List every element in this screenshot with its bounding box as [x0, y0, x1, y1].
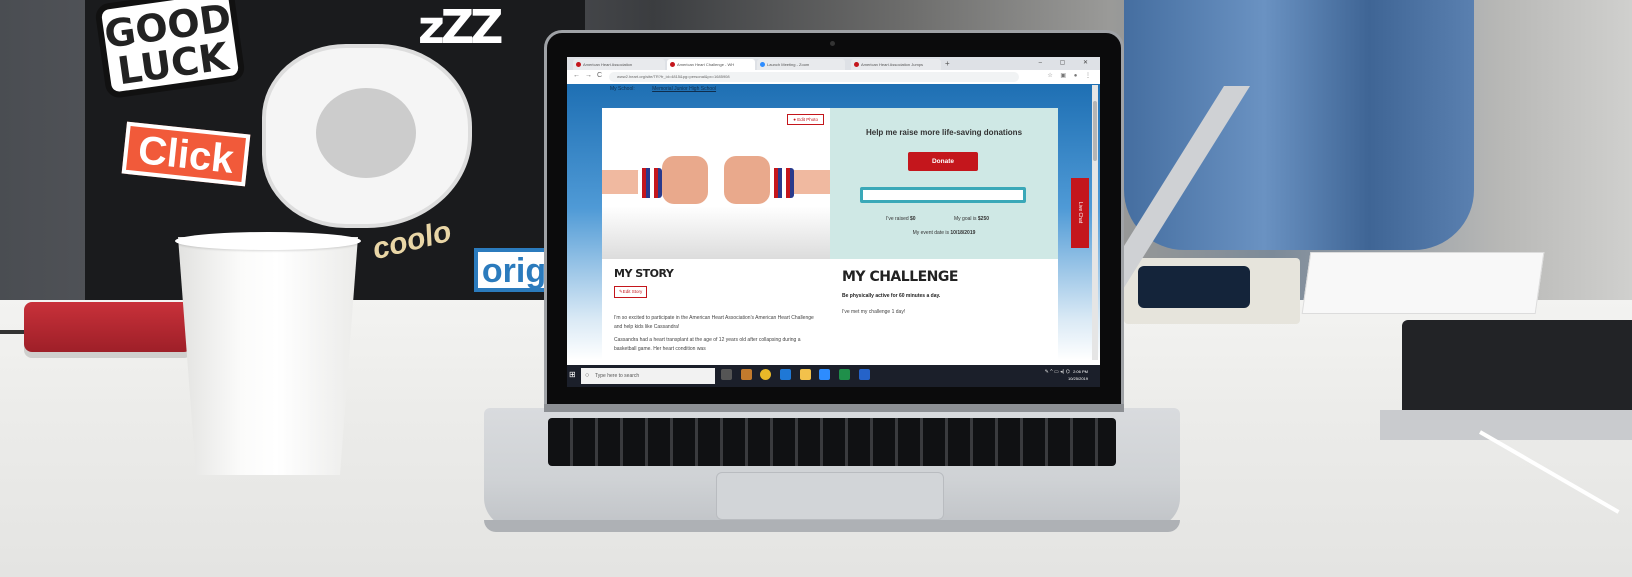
bulldog-face [316, 88, 416, 178]
my-challenge-heading: MY CHALLENGE [842, 269, 958, 285]
edit-story-label: Edit Story [622, 289, 643, 294]
my-story-heading: MY STORY [614, 267, 674, 280]
aha-favicon-icon [670, 62, 675, 67]
outlook-icon[interactable] [740, 369, 752, 380]
aha-favicon-icon [854, 62, 859, 67]
clock-time: 2:06 PM [1073, 369, 1088, 374]
browser-tab-bar: American Heart Association American Hear… [567, 57, 1100, 70]
windows-taskbar: ⊞ ○ Type here to search ✎ ^ ▭ ◂) ⌬ 2:06 P… [567, 365, 1100, 387]
fist-bump-photo: ● Edit Photo [602, 108, 830, 259]
edge-icon[interactable] [780, 369, 792, 380]
aha-favicon-icon [576, 62, 581, 67]
back-button[interactable]: ← [573, 72, 580, 79]
laptop-trackpad [716, 472, 944, 520]
goal-value: $250 [977, 216, 990, 222]
raised-label: I've raised [886, 216, 909, 222]
zoom-favicon-icon [760, 62, 765, 67]
extension-icons[interactable]: ☆ ▣ ● ⋮ [1047, 72, 1094, 79]
reload-button[interactable]: C [597, 72, 602, 79]
paper-cup [178, 237, 358, 475]
tab-title: Launch Meeting - Zoom [767, 62, 810, 67]
challenge-met: I've met my challenge 1 day! [842, 309, 906, 315]
edit-photo-label: Edit Photo [797, 117, 818, 122]
right-laptop-base [1380, 410, 1632, 440]
tab-title: American Heart Association Jumps [861, 62, 924, 67]
laptop-hinge [544, 404, 1124, 412]
story-section: MY STORY ✎Edit Story I'm so excited to p… [602, 259, 1058, 360]
goal-label: My goal is [954, 216, 977, 222]
left-fist [662, 156, 708, 204]
task-view-icon[interactable] [721, 369, 732, 380]
edit-story-button[interactable]: ✎Edit Story [614, 286, 648, 298]
right-fist [724, 156, 770, 204]
excel-icon[interactable] [839, 369, 851, 380]
sticker-zzz: zZZ [418, 0, 504, 54]
event-label: My event date is [912, 230, 949, 236]
person-jeans [1124, 0, 1474, 250]
raised-value: $0 [910, 216, 916, 222]
school-nav-label: My School: [610, 86, 635, 92]
browser-toolbar: ← → C www2.heart.org/site/TR?fr_id=4815&… [567, 70, 1100, 85]
edit-photo-button[interactable]: ● Edit Photo [787, 114, 824, 125]
chrome-icon[interactable] [760, 369, 772, 380]
sticker-orig: orig [474, 248, 554, 292]
papers [1301, 252, 1545, 314]
red-external-drive [24, 302, 192, 352]
donate-button[interactable]: Donate [908, 152, 978, 171]
school-link[interactable]: Memorial Junior High School [652, 86, 716, 92]
scrollbar-thumb[interactable] [1093, 101, 1097, 161]
tab-title: American Heart Association [583, 62, 633, 67]
taskbar-search[interactable]: ○ Type here to search [581, 368, 715, 384]
donate-heading: Help me raise more life-saving donations [865, 128, 1023, 137]
story-text: I'm so excited to participate in the Ame… [614, 314, 814, 354]
live-chat-tab[interactable]: Live Chat [1071, 178, 1089, 248]
file-explorer-icon[interactable] [799, 369, 811, 380]
challenge-subtitle: Be physically active for 60 minutes a da… [842, 293, 941, 299]
clock-date: 10/25/2019 [1067, 376, 1088, 381]
photo-scene: GOOD LUCK zZZ Click coolo orig American … [0, 0, 1632, 577]
zoom-icon[interactable] [819, 369, 831, 380]
address-bar[interactable]: www2.heart.org/site/TR?fr_id=4815&pg=per… [609, 72, 1019, 82]
right-wristband [770, 168, 794, 198]
laptop-screen: American Heart Association American Hear… [567, 57, 1100, 387]
story-paragraph-2: Cassandra had a heart transplant at the … [614, 337, 801, 352]
laptop-keyboard [548, 418, 1116, 466]
event-date: My event date is 10/18/2019 [830, 230, 1058, 236]
smartphone [1138, 266, 1250, 308]
tab-aha[interactable]: American Heart Association [573, 59, 665, 70]
tab-title: American Heart Challenge - WH [677, 62, 735, 67]
school-nav: My School: Memorial Junior High School [610, 86, 716, 92]
story-paragraph-1: I'm so excited to participate in the Ame… [614, 315, 814, 330]
window-controls[interactable]: – ▢ ✕ [1039, 58, 1096, 68]
raised-stat: I've raised $0 [886, 216, 916, 222]
word-icon[interactable] [858, 369, 870, 380]
tab-aha-jumps[interactable]: American Heart Association Jumps [851, 59, 941, 70]
taskbar-clock[interactable]: 2:06 PM 10/25/2019 [1068, 368, 1088, 382]
new-tab-button[interactable]: + [945, 59, 950, 69]
taskbar-apps [721, 369, 877, 380]
search-icon: ○ [585, 372, 590, 379]
web-page: My School: Memorial Junior High School ●… [567, 84, 1100, 360]
progress-bar [860, 187, 1026, 203]
left-wristband [638, 168, 662, 198]
webcam [830, 41, 835, 46]
paper-cup-rim [175, 232, 361, 250]
laptop-base-front [484, 520, 1180, 532]
sticker-bulldog [262, 44, 472, 228]
donate-panel: Help me raise more life-saving donations… [830, 108, 1058, 259]
forward-button[interactable]: → [585, 72, 592, 79]
system-tray[interactable]: ✎ ^ ▭ ◂) ⌬ [1045, 369, 1070, 375]
goal-stat: My goal is $250 [954, 216, 989, 222]
windows-start-icon[interactable]: ⊞ [569, 370, 576, 379]
taskbar-search-placeholder: Type here to search [595, 373, 640, 379]
tab-zoom[interactable]: Launch Meeting - Zoom [757, 59, 845, 70]
event-value: 10/18/2019 [950, 230, 976, 236]
tab-heart-challenge[interactable]: American Heart Challenge - WH [667, 59, 755, 70]
